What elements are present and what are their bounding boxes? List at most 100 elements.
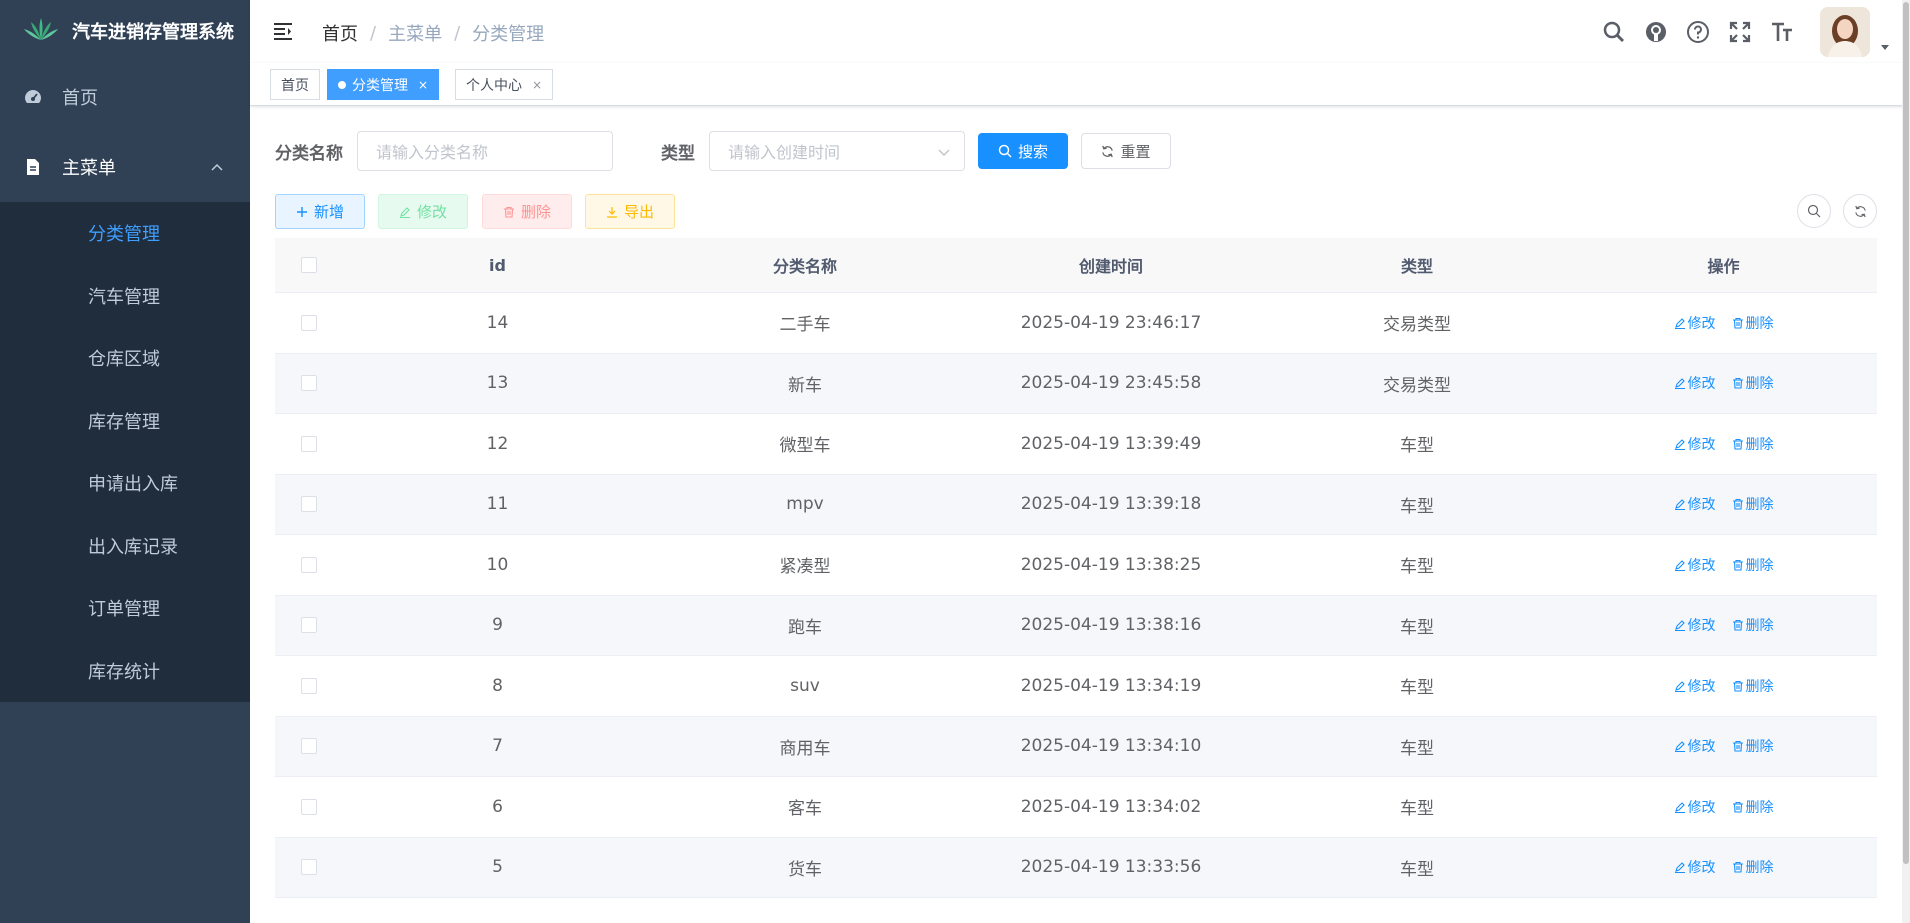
sidebar-item-cars[interactable]: 汽车管理 — [0, 265, 250, 328]
row-delete-link[interactable]: 删除 — [1732, 494, 1774, 514]
row-edit-link[interactable]: 修改 — [1674, 313, 1716, 333]
cell-actions: 修改 删除 — [1570, 373, 1877, 393]
table-row[interactable]: 8 suv 2025-04-19 13:34:19 车型 修改 删除 — [275, 656, 1877, 717]
scrollbar-thumb[interactable] — [1903, 2, 1909, 864]
row-delete-link[interactable]: 删除 — [1732, 555, 1774, 575]
logo[interactable]: 汽车进销存管理系统 — [0, 0, 250, 62]
add-button[interactable]: 新增 — [275, 194, 365, 229]
sidebar-item-orders[interactable]: 订单管理 — [0, 577, 250, 640]
scrollbar[interactable] — [1902, 0, 1910, 923]
breadcrumb-home[interactable]: 首页 — [322, 20, 358, 46]
row-delete-label: 删除 — [1745, 315, 1774, 332]
column-header-name[interactable]: 分类名称 — [652, 253, 958, 277]
trash-icon — [1732, 559, 1743, 571]
table-row[interactable]: 11 mpv 2025-04-19 13:39:18 车型 修改 删除 — [275, 474, 1877, 535]
sidebar-menu-main[interactable]: 主菜单 — [0, 132, 250, 202]
github-icon[interactable] — [1644, 20, 1668, 44]
delete-button-label: 删除 — [520, 203, 551, 221]
search-button[interactable]: 搜索 — [978, 133, 1068, 169]
table-row[interactable]: 7 商用车 2025-04-19 13:34:10 车型 修改 删除 — [275, 716, 1877, 777]
row-checkbox[interactable] — [301, 859, 317, 876]
close-icon[interactable]: × — [532, 78, 542, 92]
type-select[interactable]: 请输入创建时间 — [709, 131, 965, 171]
search-icon — [1807, 204, 1821, 218]
reset-button[interactable]: 重置 — [1081, 133, 1171, 169]
row-delete-link[interactable]: 删除 — [1732, 736, 1774, 756]
row-delete-link[interactable]: 删除 — [1732, 857, 1774, 877]
refresh-button[interactable] — [1843, 194, 1877, 228]
export-button-label: 导出 — [623, 203, 654, 221]
row-edit-link[interactable]: 修改 — [1674, 857, 1716, 877]
row-checkbox[interactable] — [301, 556, 317, 573]
edit-icon — [1674, 559, 1685, 571]
tag-profile[interactable]: 个人中心 × — [455, 69, 554, 100]
row-edit-label: 修改 — [1687, 860, 1716, 877]
export-button[interactable]: 导出 — [585, 194, 675, 229]
row-edit-link[interactable]: 修改 — [1674, 676, 1716, 696]
nav-right — [1584, 0, 1890, 63]
sidebar-item-inventory[interactable]: 库存管理 — [0, 390, 250, 453]
table-row[interactable]: 12 微型车 2025-04-19 13:39:49 车型 修改 删除 — [275, 414, 1877, 475]
sidebar-item-stats[interactable]: 库存统计 — [0, 640, 250, 703]
sidebar-item-category[interactable]: 分类管理 — [0, 202, 250, 265]
row-edit-link[interactable]: 修改 — [1674, 373, 1716, 393]
edit-icon — [1674, 620, 1685, 632]
row-checkbox[interactable] — [301, 435, 317, 452]
sidebar-item-apply-io[interactable]: 申请出入库 — [0, 452, 250, 515]
search-icon[interactable] — [1602, 20, 1626, 44]
sidebar-item-home[interactable]: 首页 — [0, 62, 250, 132]
row-checkbox[interactable] — [301, 738, 317, 755]
row-edit-link[interactable]: 修改 — [1674, 797, 1716, 817]
tag-category[interactable]: 分类管理 × — [327, 69, 440, 100]
select-all-checkbox[interactable] — [301, 257, 317, 273]
category-name-input[interactable]: 请输入分类名称 — [357, 131, 613, 171]
toggle-search-button[interactable] — [1797, 194, 1831, 228]
table-row[interactable]: 13 新车 2025-04-19 23:45:58 交易类型 修改 删除 — [275, 353, 1877, 414]
row-edit-link[interactable]: 修改 — [1674, 736, 1716, 756]
row-delete-link[interactable]: 删除 — [1732, 313, 1774, 333]
row-checkbox[interactable] — [301, 798, 317, 815]
table-row[interactable]: 5 货车 2025-04-19 13:33:56 车型 修改 删除 — [275, 837, 1877, 898]
table-row[interactable]: 9 跑车 2025-04-19 13:38:16 车型 修改 删除 — [275, 595, 1877, 656]
row-checkbox[interactable] — [301, 617, 317, 634]
column-header-id[interactable]: id — [343, 256, 652, 275]
sidebar-item-io-records[interactable]: 出入库记录 — [0, 515, 250, 578]
row-checkbox[interactable] — [301, 375, 317, 392]
row-delete-link[interactable]: 删除 — [1732, 797, 1774, 817]
tag-home[interactable]: 首页 — [270, 69, 320, 100]
edit-icon — [1674, 499, 1685, 511]
table-row[interactable]: 6 客车 2025-04-19 13:34:02 车型 修改 删除 — [275, 777, 1877, 838]
question-icon[interactable] — [1686, 20, 1710, 44]
row-checkbox[interactable] — [301, 496, 317, 513]
sidebar-item-warehouse[interactable]: 仓库区域 — [0, 327, 250, 390]
row-delete-link[interactable]: 删除 — [1732, 373, 1774, 393]
fullscreen-icon[interactable] — [1728, 20, 1752, 44]
row-checkbox[interactable] — [301, 314, 317, 331]
font-size-icon[interactable] — [1770, 20, 1794, 44]
edit-button[interactable]: 修改 — [378, 194, 468, 229]
close-icon[interactable]: × — [418, 78, 428, 92]
row-delete-label: 删除 — [1745, 557, 1774, 574]
avatar[interactable] — [1820, 6, 1870, 57]
cell-id: 7 — [492, 736, 503, 757]
row-edit-label: 修改 — [1687, 618, 1716, 635]
row-edit-link[interactable]: 修改 — [1674, 494, 1716, 514]
cell-name: 货车 — [788, 859, 822, 880]
row-delete-link[interactable]: 删除 — [1732, 676, 1774, 696]
table-row[interactable]: 10 紧凑型 2025-04-19 13:38:25 车型 修改 删除 — [275, 535, 1877, 596]
table-row[interactable]: 14 二手车 2025-04-19 23:46:17 交易类型 修改 删除 — [275, 293, 1877, 354]
column-header-type[interactable]: 类型 — [1264, 253, 1570, 277]
row-edit-link[interactable]: 修改 — [1674, 615, 1716, 635]
hamburger-icon[interactable] — [272, 20, 294, 42]
row-edit-link[interactable]: 修改 — [1674, 434, 1716, 454]
row-delete-link[interactable]: 删除 — [1732, 434, 1774, 454]
breadcrumb-separator: / — [370, 22, 377, 44]
row-checkbox[interactable] — [301, 677, 317, 694]
row-delete-link[interactable]: 删除 — [1732, 615, 1774, 635]
column-header-created-time[interactable]: 创建时间 — [958, 253, 1264, 277]
delete-button[interactable]: 删除 — [482, 194, 572, 229]
row-select-cell — [275, 375, 343, 392]
row-edit-link[interactable]: 修改 — [1674, 555, 1716, 575]
caret-down-icon[interactable] — [1880, 42, 1890, 52]
edit-icon — [1674, 741, 1685, 753]
